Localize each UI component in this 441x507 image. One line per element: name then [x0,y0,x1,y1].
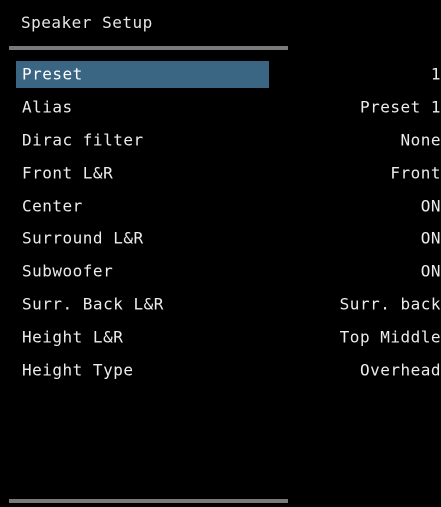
menu-item-alias[interactable]: Alias Preset 1 [0,91,441,124]
menu-item-label: Front L&R [22,163,114,183]
menu-item-label: Height Type [22,360,134,380]
menu-item-value: ON [420,261,441,281]
menu-item-value: None [400,130,441,150]
menu-item-front-lr[interactable]: Front L&R Front [0,156,441,189]
menu-item-center[interactable]: Center ON [0,189,441,222]
menu-item-height-type[interactable]: Height Type Overhead [0,353,441,386]
menu-item-surr-back-lr[interactable]: Surr. Back L&R Surr. back [0,288,441,321]
menu-item-value: ON [420,196,441,216]
menu-item-value: Preset 1 [359,97,441,117]
menu-item-label: Alias [22,97,73,117]
menu-item-value: Surr. back [339,294,441,314]
menu-item-surround-lr[interactable]: Surround L&R ON [0,222,441,255]
header-divider [9,46,288,50]
menu-item-label: Dirac filter [22,130,144,150]
menu-item-value: 1 [430,64,441,84]
menu-item-label: Center [22,196,83,216]
footer-divider [9,499,288,503]
menu-item-value: ON [420,228,441,248]
menu-item-preset[interactable]: Preset 1 [0,58,441,91]
menu-item-label: Preset [22,64,83,84]
menu-item-value: Overhead [359,360,441,380]
page-title: Speaker Setup [21,13,153,32]
speaker-setup-menu: Preset 1 Alias Preset 1 Dirac filter Non… [0,58,441,386]
menu-item-label: Surr. Back L&R [22,294,164,314]
menu-item-subwoofer[interactable]: Subwoofer ON [0,255,441,288]
menu-item-value: Top Middle [339,327,441,347]
menu-item-label: Subwoofer [22,261,114,281]
menu-item-dirac-filter[interactable]: Dirac filter None [0,124,441,157]
menu-item-value: Front [390,163,441,183]
menu-item-label: Height L&R [22,327,124,347]
menu-item-label: Surround L&R [22,228,144,248]
menu-item-height-lr[interactable]: Height L&R Top Middle [0,320,441,353]
